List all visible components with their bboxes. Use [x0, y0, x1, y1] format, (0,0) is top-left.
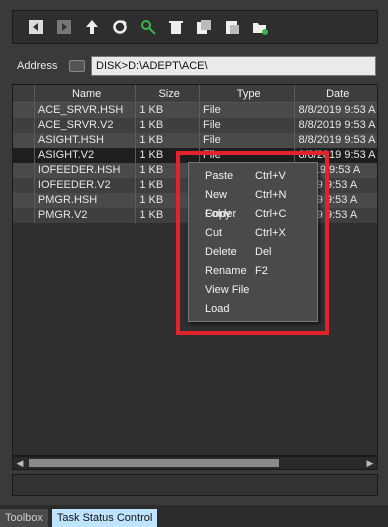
status-box: [12, 474, 378, 496]
back-icon[interactable]: [27, 18, 45, 36]
row-select-cell[interactable]: [13, 193, 35, 208]
address-input[interactable]: [91, 56, 376, 76]
forward-icon[interactable]: [55, 18, 73, 36]
file-name: ASIGHT.HSH: [35, 133, 137, 148]
header-date[interactable]: Date: [295, 85, 377, 102]
row-select-cell[interactable]: [13, 118, 35, 133]
grid-header: Name Size Type Date: [13, 85, 377, 103]
header-select: [13, 85, 35, 102]
scroll-thumb[interactable]: [29, 459, 279, 467]
file-name: PMGR.V2: [35, 208, 137, 223]
file-name: ACE_SRVR.V2: [35, 118, 137, 133]
table-row[interactable]: ASIGHT.HSH 1 KB File 8/8/2019 9:53 A: [13, 133, 377, 148]
copy-icon[interactable]: [195, 18, 213, 36]
highlight-annotation-box: [176, 151, 329, 335]
tab-task-status-control[interactable]: Task Status Control: [51, 509, 158, 527]
address-label: Address: [17, 60, 58, 72]
address-bar: Address: [12, 54, 378, 78]
row-select-cell[interactable]: [13, 178, 35, 193]
paste-icon[interactable]: [223, 18, 241, 36]
file-size: 1 KB: [136, 103, 200, 118]
row-select-cell[interactable]: [13, 148, 35, 163]
file-name: PMGR.HSH: [35, 193, 137, 208]
row-select-cell[interactable]: [13, 103, 35, 118]
table-row[interactable]: ACE_SRVR.HSH 1 KB File 8/8/2019 9:53 A: [13, 103, 377, 118]
file-date: 8/8/2019 9:53 A: [298, 134, 376, 146]
file-type: File: [200, 118, 296, 133]
file-date: 8/8/2019 9:53 A: [298, 119, 376, 131]
horizontal-scrollbar[interactable]: ◀ ▶: [12, 456, 378, 470]
header-name[interactable]: Name: [35, 85, 137, 102]
toolbar: [12, 10, 378, 44]
file-browser-window: Address Name Size Type Date ACE_SRVR.HSH…: [0, 0, 388, 527]
file-name: ACE_SRVR.HSH: [35, 103, 137, 118]
scroll-track[interactable]: [27, 458, 363, 468]
find-icon[interactable]: [139, 18, 157, 36]
row-select-cell[interactable]: [13, 163, 35, 178]
tab-toolbox[interactable]: Toolbox: [0, 509, 48, 527]
delete-icon[interactable]: [167, 18, 185, 36]
file-date: 8/8/2019 9:53 A: [298, 104, 376, 116]
file-type: File: [200, 103, 296, 118]
header-size[interactable]: Size: [136, 85, 200, 102]
scroll-right-icon[interactable]: ▶: [363, 458, 377, 469]
bottom-tab-bar: Toolbox Task Status Control: [0, 505, 388, 527]
file-name: IOFEEDER.V2: [35, 178, 137, 193]
file-name: IOFEEDER.HSH: [35, 163, 137, 178]
table-row[interactable]: ACE_SRVR.V2 1 KB File 8/8/2019 9:53 A: [13, 118, 377, 133]
refresh-icon[interactable]: [111, 18, 129, 36]
header-type[interactable]: Type: [200, 85, 296, 102]
scroll-left-icon[interactable]: ◀: [13, 458, 27, 469]
new-folder-icon[interactable]: [251, 18, 269, 36]
file-size: 1 KB: [136, 133, 200, 148]
file-type: File: [200, 133, 296, 148]
row-select-cell[interactable]: [13, 208, 35, 223]
up-arrow-icon[interactable]: [83, 18, 101, 36]
file-size: 1 KB: [136, 118, 200, 133]
row-select-cell[interactable]: [13, 133, 35, 148]
drive-icon: [69, 60, 85, 72]
file-name: ASIGHT.V2: [35, 148, 137, 163]
